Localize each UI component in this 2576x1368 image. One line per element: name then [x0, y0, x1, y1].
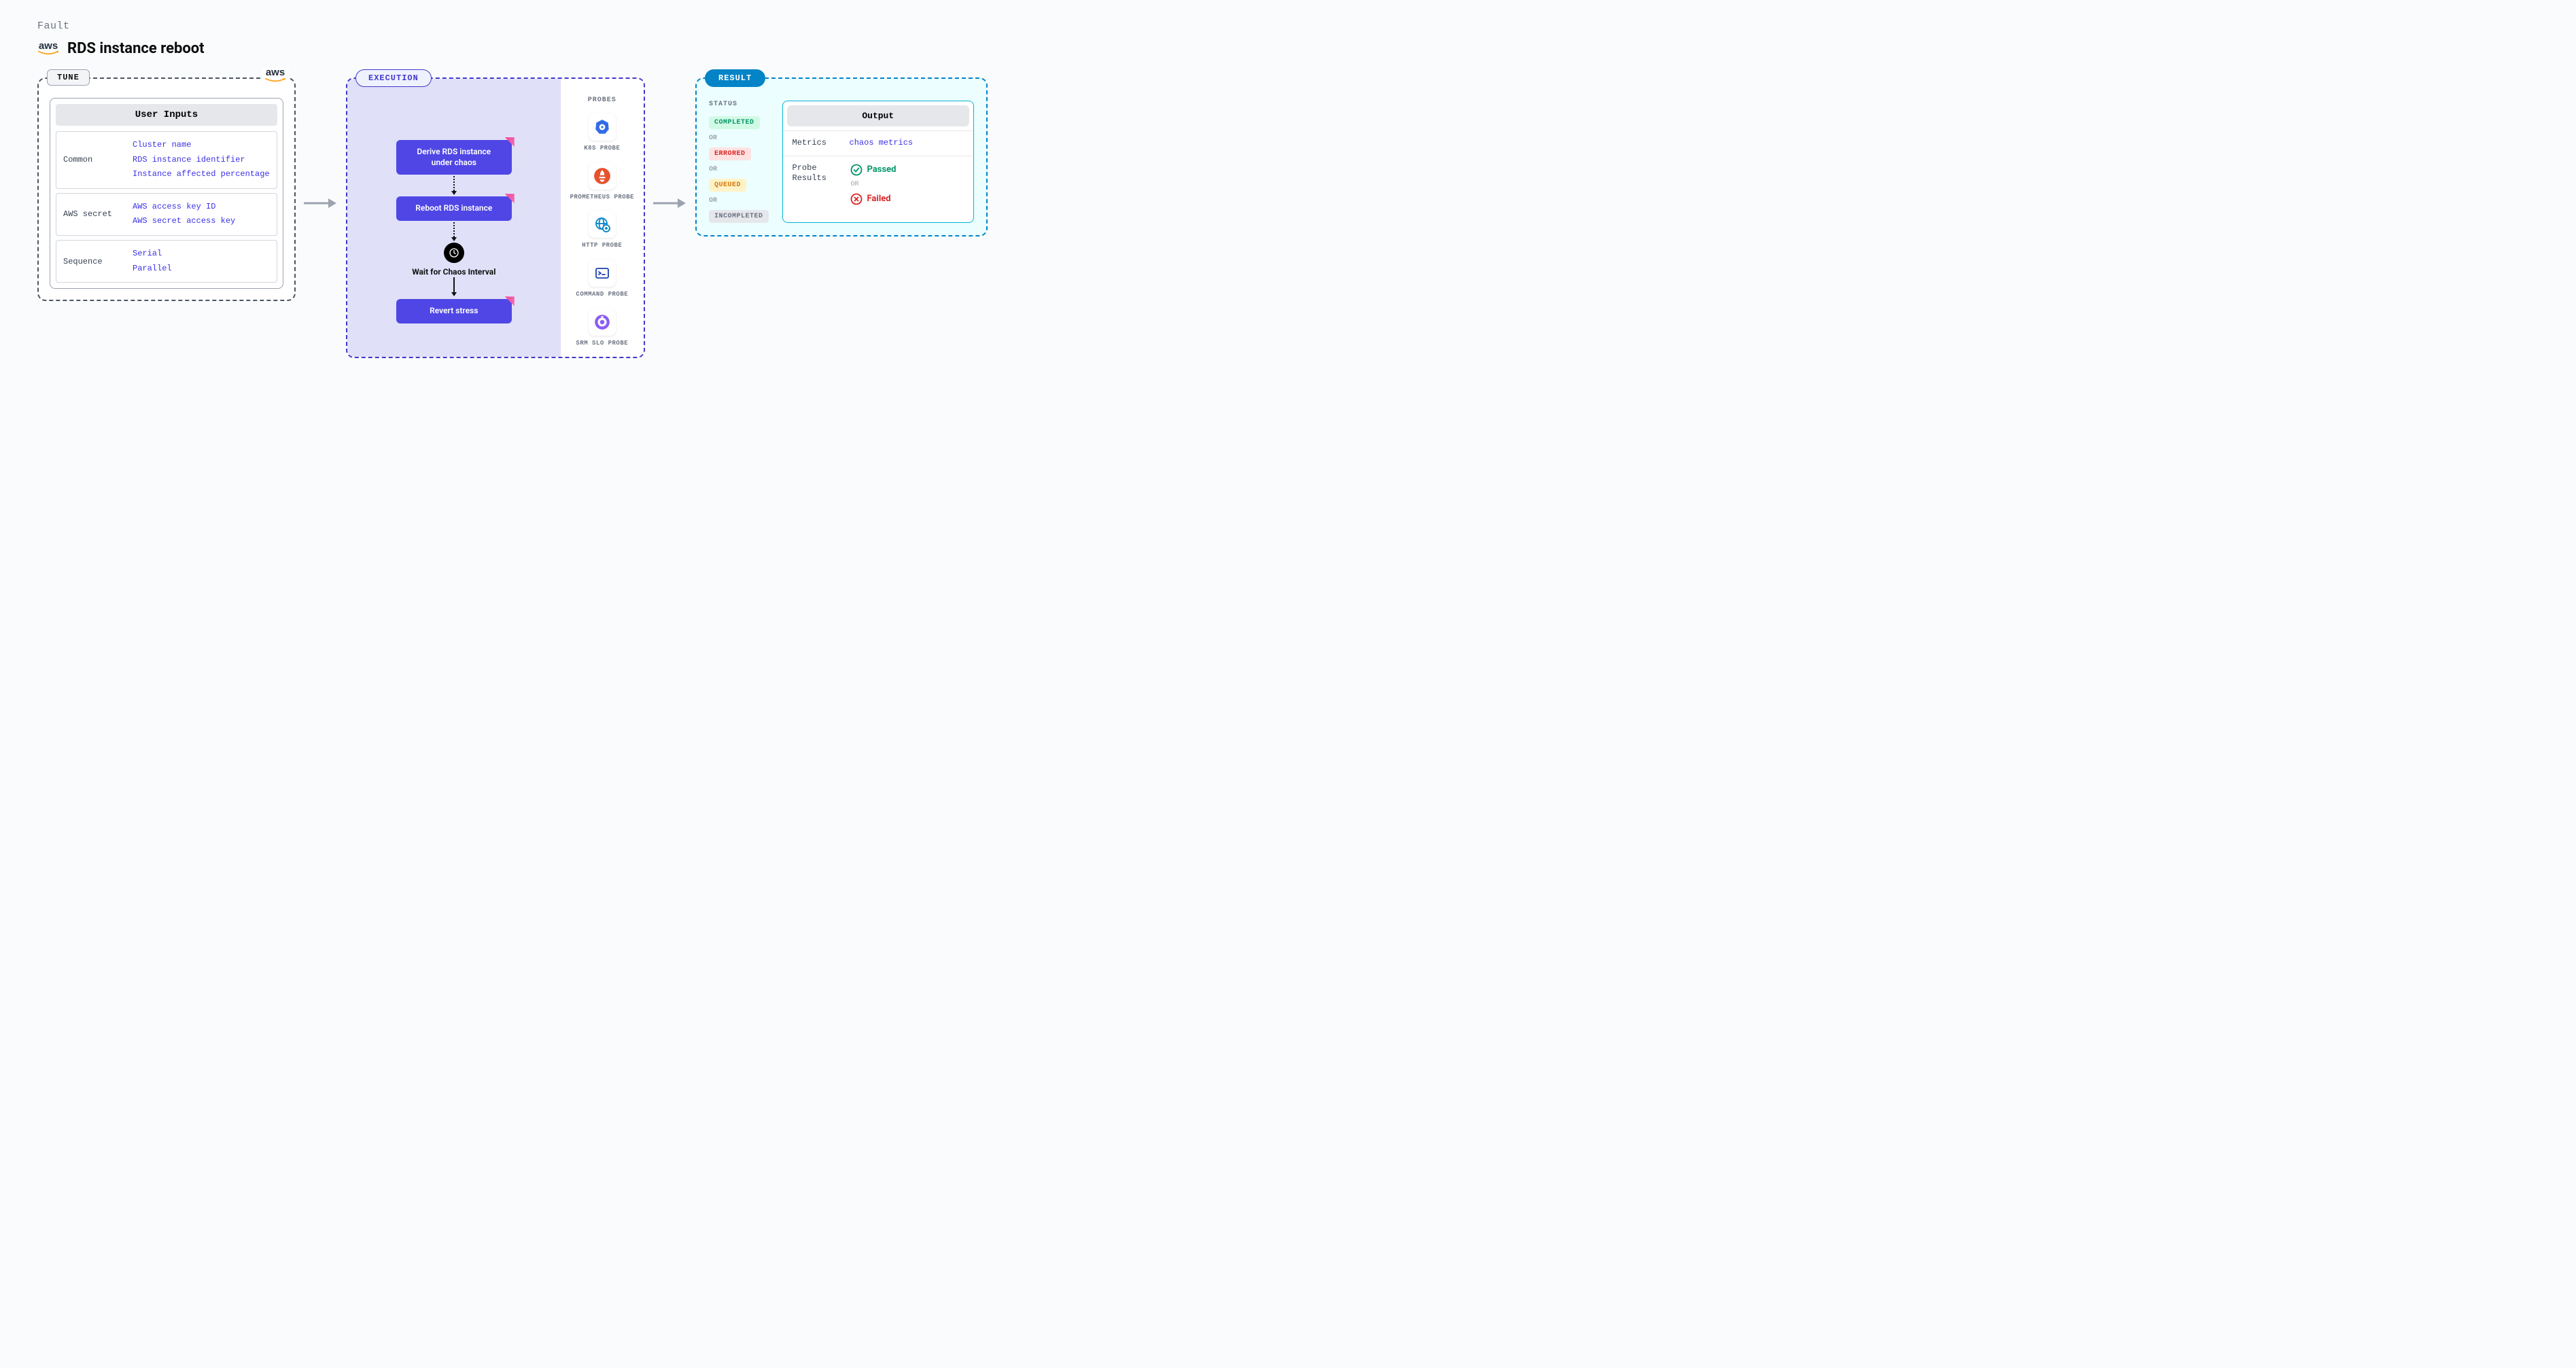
diagram-flow: TUNE aws User Inputs Common Cluster name… — [37, 77, 2539, 358]
status-completed: COMPLETED — [709, 116, 760, 129]
input-value: Cluster name — [133, 140, 270, 151]
terminal-icon — [589, 260, 616, 287]
output-row-metrics: Metrics chaos metrics — [783, 130, 973, 156]
status-title: STATUS — [709, 101, 769, 108]
kubernetes-icon — [589, 113, 616, 141]
metrics-value: chaos metrics — [850, 138, 913, 149]
step-revert: Revert stress — [396, 299, 512, 323]
wait-label: Wait for Chaos Interval — [412, 267, 495, 278]
probes-title: PROBES — [588, 97, 616, 104]
probe-command: COMMAND PROBE — [576, 260, 628, 299]
output-box: Output Metrics chaos metrics Probe Resul… — [782, 101, 974, 223]
page-header: Fault aws RDS instance reboot — [37, 20, 2539, 57]
status-column: STATUS COMPLETED OR ERRORED OR QUEUED OR… — [709, 101, 769, 223]
input-value: Serial — [133, 249, 270, 260]
arrow-right-icon — [645, 196, 695, 210]
output-header: Output — [787, 105, 969, 126]
arrow-right-icon — [296, 196, 346, 210]
probes-column: PROBES K8S PROBE PROMETHEUS PROBE HTTP P… — [561, 79, 644, 357]
prometheus-icon — [589, 162, 616, 190]
status-queued: QUEUED — [709, 179, 746, 192]
input-group-sequence: Sequence Serial Parallel — [56, 240, 277, 283]
clock-icon — [444, 243, 464, 263]
step-derive: Derive RDS instance under chaos — [396, 140, 512, 175]
execution-panel: EXECUTION Derive RDS instance under chao… — [346, 77, 645, 358]
arrow-down-icon — [453, 175, 455, 196]
arrow-down-icon — [451, 277, 457, 299]
input-value: AWS secret access key — [133, 216, 270, 227]
input-group-common: Common Cluster name RDS instance identif… — [56, 131, 277, 189]
output-row-probe-results: Probe Results Passed OR Failed — [783, 156, 973, 213]
status-errored: ERRORED — [709, 147, 751, 160]
probe-k8s: K8S PROBE — [584, 113, 620, 153]
page-title: RDS instance reboot — [67, 40, 205, 57]
tune-badge: TUNE — [47, 69, 90, 86]
target-icon — [589, 309, 616, 336]
result-failed: Failed — [867, 194, 891, 204]
result-passed: Passed — [867, 164, 897, 175]
input-group-aws-secret: AWS secret AWS access key ID AWS secret … — [56, 193, 277, 236]
input-value: RDS instance identifier — [133, 155, 270, 166]
user-inputs-header: User Inputs — [56, 104, 277, 126]
aws-logo-icon: aws — [37, 41, 59, 56]
probe-prometheus: PROMETHEUS PROBE — [570, 162, 634, 202]
status-incompleted: INCOMPLETED — [709, 210, 769, 223]
input-value: Parallel — [133, 264, 270, 275]
probe-http: HTTP PROBE — [582, 211, 622, 250]
fault-label: Fault — [37, 20, 2539, 32]
probe-srm-slo: SRM SLO PROBE — [576, 309, 628, 348]
check-circle-icon — [850, 163, 863, 177]
result-badge: RESULT — [705, 69, 765, 87]
arrow-down-icon — [453, 221, 455, 243]
step-reboot: Reboot RDS instance — [396, 196, 512, 221]
aws-logo-icon: aws — [262, 68, 289, 83]
tune-panel: TUNE aws User Inputs Common Cluster name… — [37, 77, 296, 301]
x-circle-icon — [850, 192, 863, 206]
input-value: AWS access key ID — [133, 202, 270, 213]
input-value: Instance affected percentage — [133, 169, 270, 180]
globe-icon — [589, 211, 616, 238]
result-panel: RESULT STATUS COMPLETED OR ERRORED OR QU… — [695, 77, 988, 236]
execution-badge: EXECUTION — [355, 69, 432, 87]
